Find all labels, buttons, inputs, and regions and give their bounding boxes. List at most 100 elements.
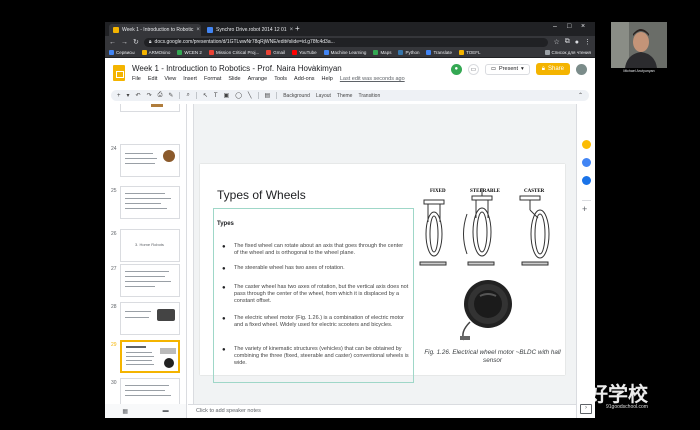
print-icon[interactable]: ⎙ [158, 92, 163, 99]
address-bar[interactable]: 🔒︎ docs.google.com/presentation/d/1GTLww… [143, 37, 549, 47]
bookmark-label: Machine Learning [330, 50, 367, 55]
menu-help[interactable]: Help [322, 76, 333, 82]
calendar-icon[interactable] [582, 176, 591, 185]
tab-synchro[interactable]: Synchro Drive.robot 2014 12 01 × [203, 24, 293, 36]
zoom-icon[interactable]: ⌕ [186, 92, 189, 99]
translate-icon [426, 50, 432, 55]
layout-button[interactable]: Layout [316, 93, 331, 99]
slide-thumbnail[interactable] [120, 378, 180, 404]
close-icon[interactable]: × [290, 27, 293, 33]
chevron-down-icon[interactable]: ▾ [127, 92, 130, 99]
extensions-icon[interactable]: ⧉ [565, 38, 570, 46]
menu-edit[interactable]: Edit [148, 76, 157, 82]
bookmark-item[interactable]: Python [398, 50, 419, 55]
new-slide-icon[interactable]: + [117, 93, 121, 99]
bookmark-item[interactable]: ARMOsino [141, 50, 170, 55]
bookmark-item[interactable]: YouTube [291, 50, 317, 55]
bookmark-item[interactable]: Maps [373, 50, 391, 55]
comment-icon[interactable]: ▭ [467, 63, 479, 75]
bullet-dot: ● [222, 285, 226, 291]
last-edit-link[interactable]: Last edit was seconds ago [340, 76, 405, 82]
back-icon[interactable]: ← [109, 39, 116, 46]
slide-number: 25 [111, 188, 117, 194]
chevron-down-icon[interactable]: ▾ [521, 66, 524, 72]
bookmark-item[interactable]: Machine Learning [323, 50, 367, 55]
tab-week1[interactable]: Week 1 - Introduction to Robotic × [109, 24, 201, 36]
lock-icon: 🔒︎ [541, 65, 545, 72]
slide-thumbnail[interactable]: 3. Home Robots [120, 229, 180, 262]
collapse-icon[interactable]: ⌃ [578, 92, 583, 99]
bookmark-label: Translate [433, 50, 453, 55]
maximize-icon[interactable]: □ [567, 23, 571, 30]
present-button[interactable]: ▭ Present ▾ [484, 63, 530, 75]
menu-insert[interactable]: Insert [183, 76, 197, 82]
slides-logo-icon[interactable] [113, 65, 125, 81]
bookmark-item[interactable]: Translate [426, 50, 452, 55]
textbox-icon[interactable]: T [214, 93, 218, 99]
reading-list[interactable]: Список для чтения [544, 50, 591, 55]
theme-button[interactable]: Theme [337, 93, 353, 99]
slide-title[interactable]: Types of Wheels [217, 188, 306, 202]
divider [195, 92, 197, 99]
slide-thumbnail-selected[interactable] [120, 340, 180, 373]
python-icon [398, 50, 404, 55]
window-close-icon[interactable]: × [581, 23, 585, 30]
steerable-wheel-label: STEERABLE [470, 189, 501, 194]
minimize-icon[interactable]: – [553, 23, 557, 30]
comment-add-icon[interactable]: ▤ [265, 92, 271, 99]
undo-icon[interactable]: ↶ [136, 92, 141, 99]
slide-canvas: Types of Wheels Types ● The fixed wheel … [188, 104, 576, 404]
transition-button[interactable]: Transition [358, 93, 380, 99]
slide-number: 29 [111, 342, 117, 348]
slide[interactable]: Types of Wheels Types ● The fixed wheel … [200, 164, 565, 383]
speaker-notes[interactable]: Click to add speaker notes [188, 404, 576, 418]
profile-icon[interactable]: ● [575, 39, 579, 46]
redo-icon[interactable]: ↷ [147, 92, 152, 99]
slide-thumbnail[interactable] [120, 302, 180, 335]
paint-format-icon[interactable]: ✎ [168, 92, 173, 99]
keep-icon[interactable] [582, 140, 591, 149]
add-addon-icon[interactable]: + [582, 204, 587, 214]
menu-arrange[interactable]: Arrange [248, 76, 268, 82]
reload-icon[interactable]: ↻ [133, 38, 139, 46]
menu-view[interactable]: View [164, 76, 176, 82]
close-icon[interactable]: × [196, 27, 200, 33]
editor-toolbar: + ▾ ↶ ↷ ⎙ ✎ ⌕ ↖ T ▣ ◯ ╲ ▤ Background Lay… [111, 90, 589, 101]
divider [179, 92, 181, 99]
bullet-dot: ● [222, 244, 226, 250]
list-view-icon[interactable]: ▬ [163, 408, 169, 414]
tasks-icon[interactable] [582, 158, 591, 167]
menu-tools[interactable]: Tools [274, 76, 287, 82]
new-tab-icon[interactable]: + [295, 24, 300, 33]
bookmark-item[interactable]: Gmail [266, 50, 285, 55]
bookmark-label: Python [405, 50, 420, 55]
forward-icon[interactable]: → [121, 39, 128, 46]
background-button[interactable]: Background [283, 93, 310, 99]
slide-thumbnail[interactable] [120, 144, 180, 177]
image-icon[interactable]: ▣ [224, 92, 230, 99]
select-icon[interactable]: ↖ [203, 92, 208, 99]
menu-icon[interactable]: ⋮ [584, 38, 591, 46]
shape-icon[interactable]: ◯ [235, 92, 242, 99]
star-icon[interactable]: ☆ [310, 63, 317, 72]
bookmark-item[interactable]: TOEFL [459, 50, 480, 55]
slide-number: 24 [111, 146, 117, 152]
browser-window: Week 1 - Introduction to Robotic × Synch… [105, 22, 595, 418]
grid-view-icon[interactable]: ▦ [122, 408, 128, 415]
bookmark-item[interactable]: Сервисы [109, 50, 135, 55]
slide-thumbnail[interactable] [120, 104, 180, 112]
menu-slide[interactable]: Slide [228, 76, 240, 82]
bookmark-label: Сервисы [116, 50, 135, 55]
line-icon[interactable]: ╲ [248, 92, 252, 99]
avatar[interactable] [576, 63, 587, 75]
bookmark-star-icon[interactable]: ☆ [553, 38, 559, 46]
meet-icon[interactable]: ● [450, 63, 462, 75]
menu-format[interactable]: Format [204, 76, 221, 82]
slide-thumbnail[interactable] [120, 186, 180, 219]
slide-thumbnail[interactable] [120, 264, 180, 297]
menu-file[interactable]: File [132, 76, 141, 82]
bookmark-item[interactable]: Mission Critical Proj... [208, 50, 259, 55]
bookmark-item[interactable]: WCEN 2 [177, 50, 202, 55]
menu-addons[interactable]: Add-ons [294, 76, 315, 82]
share-button[interactable]: 🔒︎ Share [535, 63, 570, 75]
